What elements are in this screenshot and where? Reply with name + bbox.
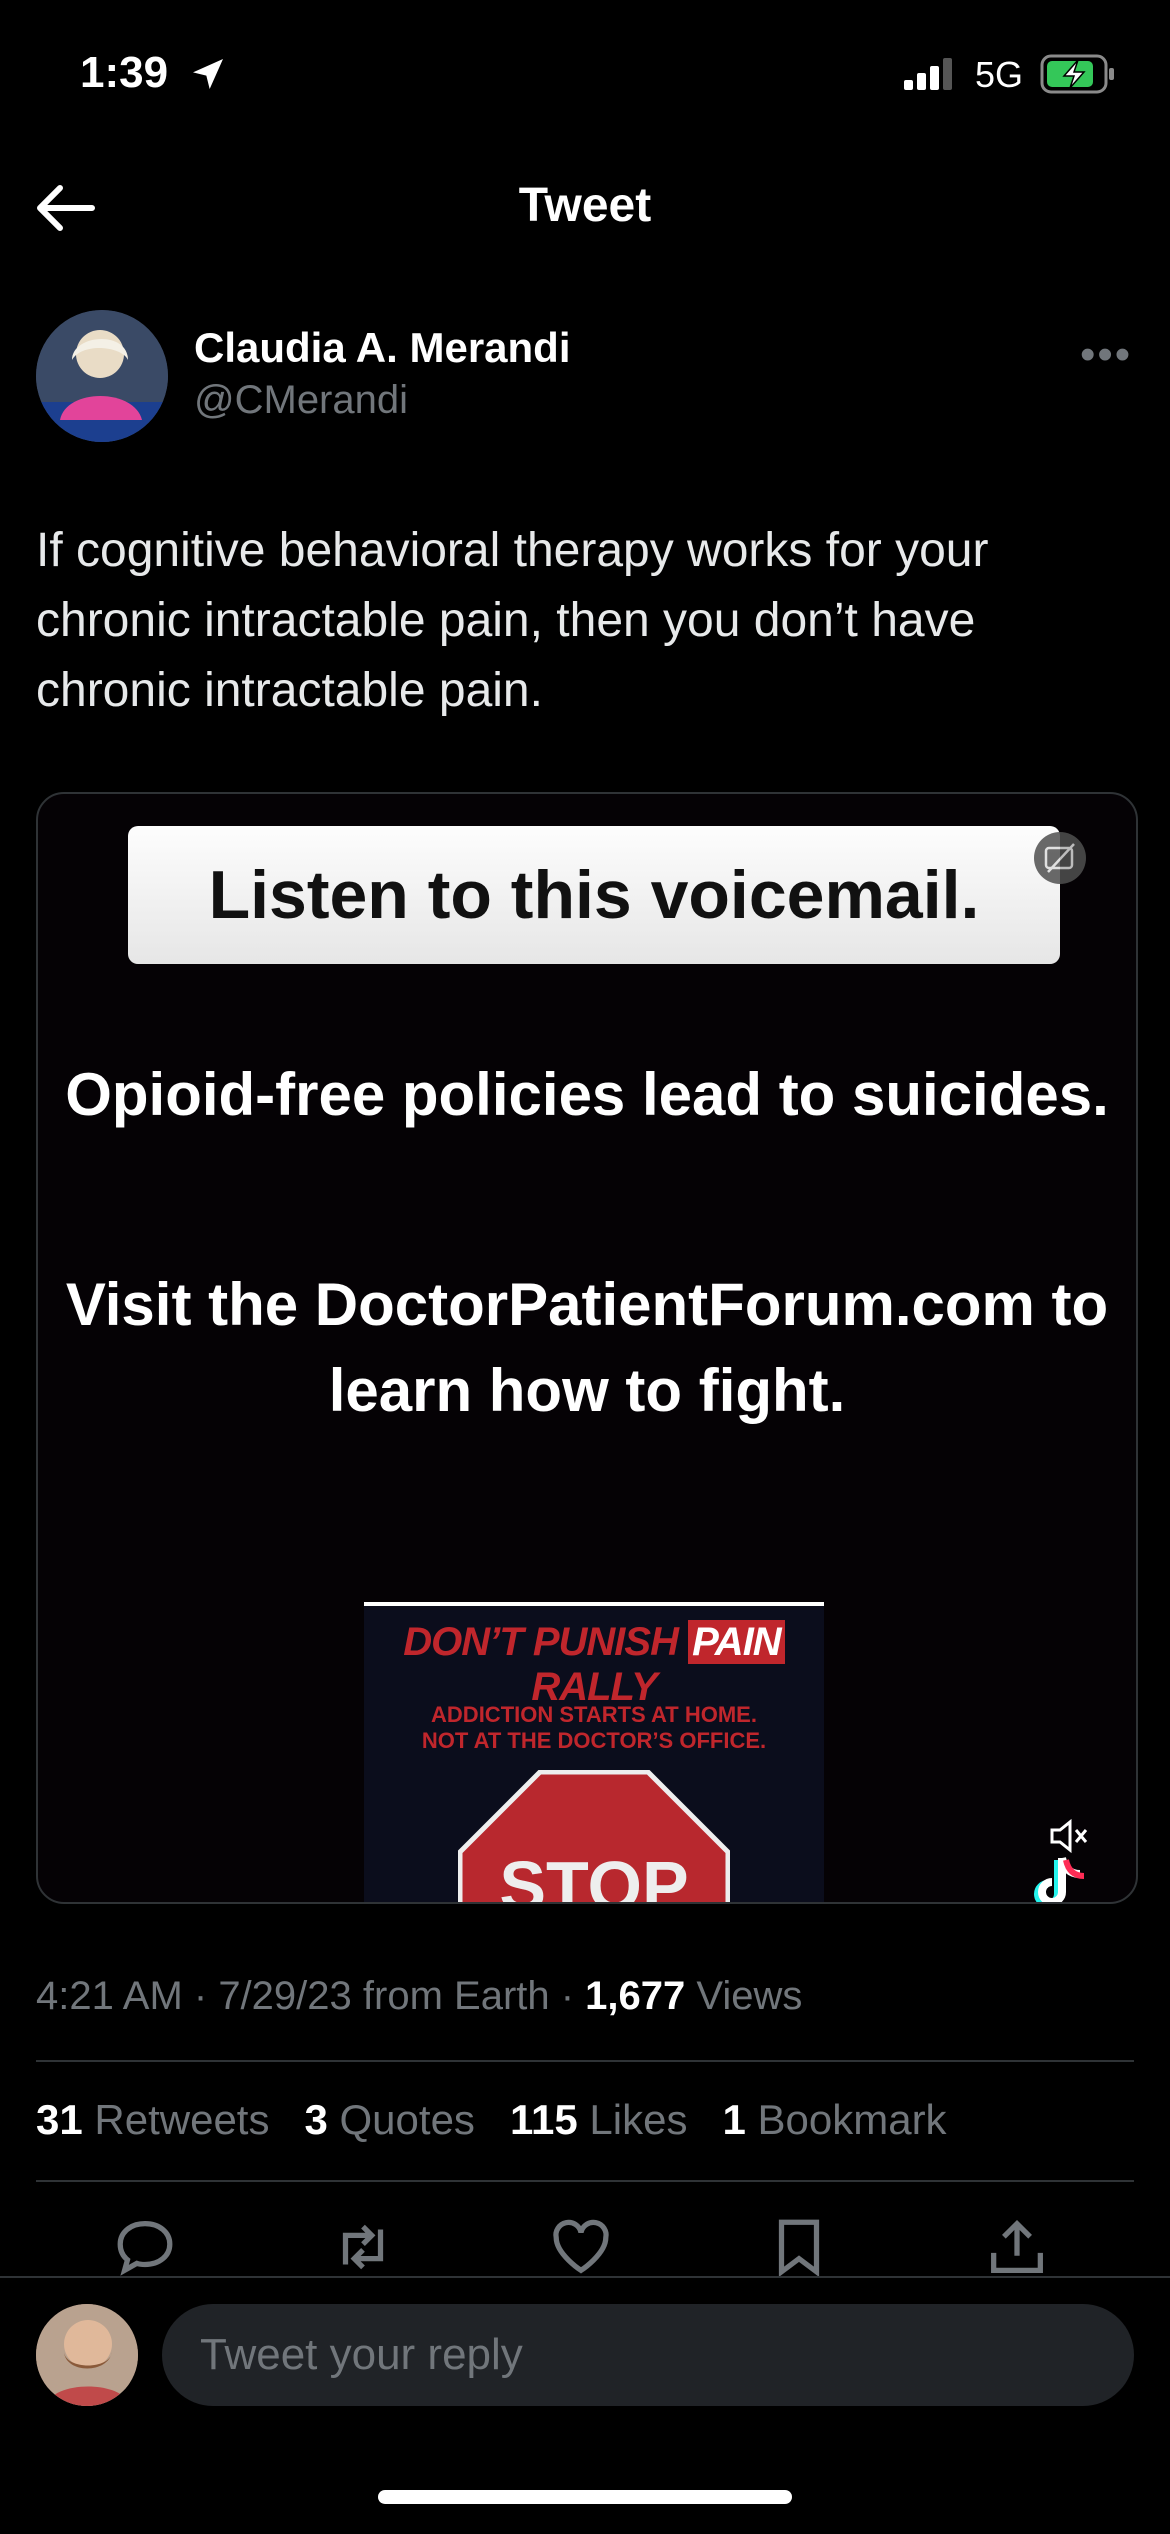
reply-input[interactable]: [162, 2304, 1134, 2406]
engagement-stats: 31 Retweets 3 Quotes 115 Likes 1 Bookmar…: [36, 2096, 947, 2144]
tweet-meta: 4:21 AM · 7/29/23 from Earth · 1,677 Vie…: [36, 1974, 803, 2018]
rally-poster: DON’T PUNISH PAIN RALLY ADDICTION STARTS…: [364, 1602, 824, 1904]
tweet-date: 7/29/23: [218, 1974, 352, 2018]
tweet-source: from Earth: [362, 1974, 550, 2018]
video-banner-text: Listen to this voicemail.: [128, 826, 1060, 964]
location-arrow-icon: [193, 59, 223, 89]
user-avatar[interactable]: [36, 2304, 138, 2406]
divider: [36, 2180, 1134, 2182]
retweets-stat[interactable]: 31 Retweets: [36, 2096, 269, 2143]
status-time: 1:39: [80, 48, 169, 97]
retweet-icon[interactable]: [328, 2212, 398, 2282]
quotes-stat[interactable]: 3 Quotes: [304, 2096, 474, 2143]
home-indicator[interactable]: [378, 2490, 792, 2504]
bookmarks-stat[interactable]: 1 Bookmark: [722, 2096, 946, 2143]
video-caption-line1: Opioid-free policies lead to suicides.: [65, 1061, 1109, 1128]
views-count: 1,677: [585, 1974, 686, 2018]
reply-icon[interactable]: [110, 2212, 180, 2282]
page-title: Tweet: [518, 179, 652, 232]
tweet-time: 4:21 AM: [36, 1974, 183, 2018]
tweet-video[interactable]: Listen to this voicemail. Opioid-free po…: [36, 792, 1138, 1904]
likes-stat[interactable]: 115 Likes: [510, 2096, 688, 2143]
cc-icon[interactable]: [1034, 832, 1086, 884]
views-label: Views: [696, 1974, 803, 2018]
share-icon[interactable]: [982, 2212, 1052, 2282]
battery-charging-icon: [1040, 54, 1114, 94]
mute-icon[interactable]: [1048, 1816, 1092, 1856]
like-icon[interactable]: [546, 2212, 616, 2282]
bookmark-icon[interactable]: [764, 2212, 834, 2282]
divider: [36, 2060, 1134, 2062]
tweet-text: If cognitive behavioral therapy works fo…: [36, 524, 989, 717]
network-label: 5G: [975, 54, 1024, 95]
stop-sign-icon: STOP: [458, 1770, 730, 1904]
more-options-button[interactable]: •••: [1080, 330, 1132, 380]
stop-text: STOP: [499, 1847, 688, 1904]
author-name[interactable]: Claudia A. Merandi: [194, 324, 571, 372]
author-avatar[interactable]: [36, 310, 168, 442]
rally-title: DON’T PUNISH PAIN RALLY: [364, 1620, 824, 1710]
author-handle[interactable]: @CMerandi: [194, 378, 408, 423]
video-caption-line2: Visit the DoctorPatientForum.com to lear…: [65, 1271, 1109, 1424]
rally-subtitle: ADDICTION STARTS AT HOME. NOT AT THE DOCT…: [421, 1702, 767, 1753]
tiktok-icon: [1034, 1857, 1085, 1902]
signal-icon: [904, 58, 952, 90]
